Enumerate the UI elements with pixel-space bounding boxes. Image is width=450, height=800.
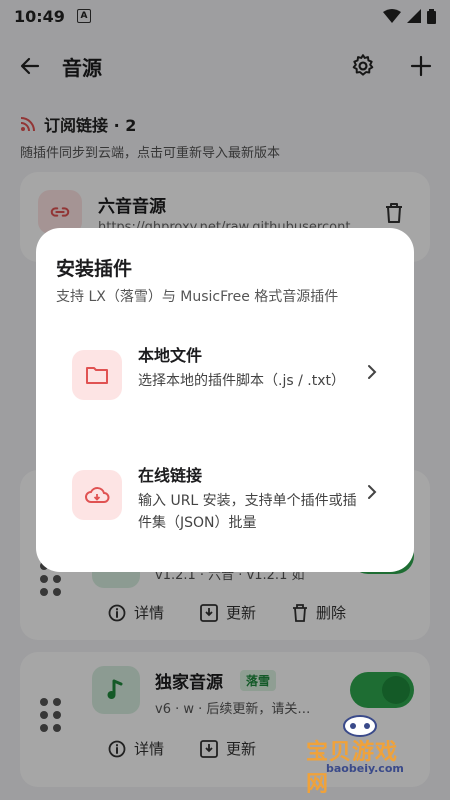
chevron-right-icon [368, 365, 377, 379]
chevron-right-icon [368, 485, 377, 499]
site-watermark: 宝贝游戏网 baobeiy.com [300, 715, 420, 797]
online-link-description: 输入 URL 安装，支持单个插件或插件集（JSON）批量 [138, 493, 357, 531]
folder-icon [72, 350, 122, 400]
local-file-title: 本地文件 [138, 346, 203, 365]
dialog-subtitle: 支持 LX（落雪）与 MusicFree 格式音源插件 [56, 289, 339, 305]
watermark-url: baobeiy.com [326, 762, 404, 775]
local-file-option[interactable]: 本地文件 选择本地的插件脚本（.js / .txt） [50, 342, 400, 442]
online-link-title: 在线链接 [138, 466, 203, 485]
online-link-option[interactable]: 在线链接 输入 URL 安装，支持单个插件或插件集（JSON）批量 [50, 462, 400, 562]
cloud-download-icon [72, 470, 122, 520]
install-plugin-dialog: 安装插件 支持 LX（落雪）与 MusicFree 格式音源插件 本地文件 选择… [36, 228, 414, 572]
dialog-title: 安装插件 [56, 258, 133, 280]
local-file-description: 选择本地的插件脚本（.js / .txt） [138, 373, 345, 389]
